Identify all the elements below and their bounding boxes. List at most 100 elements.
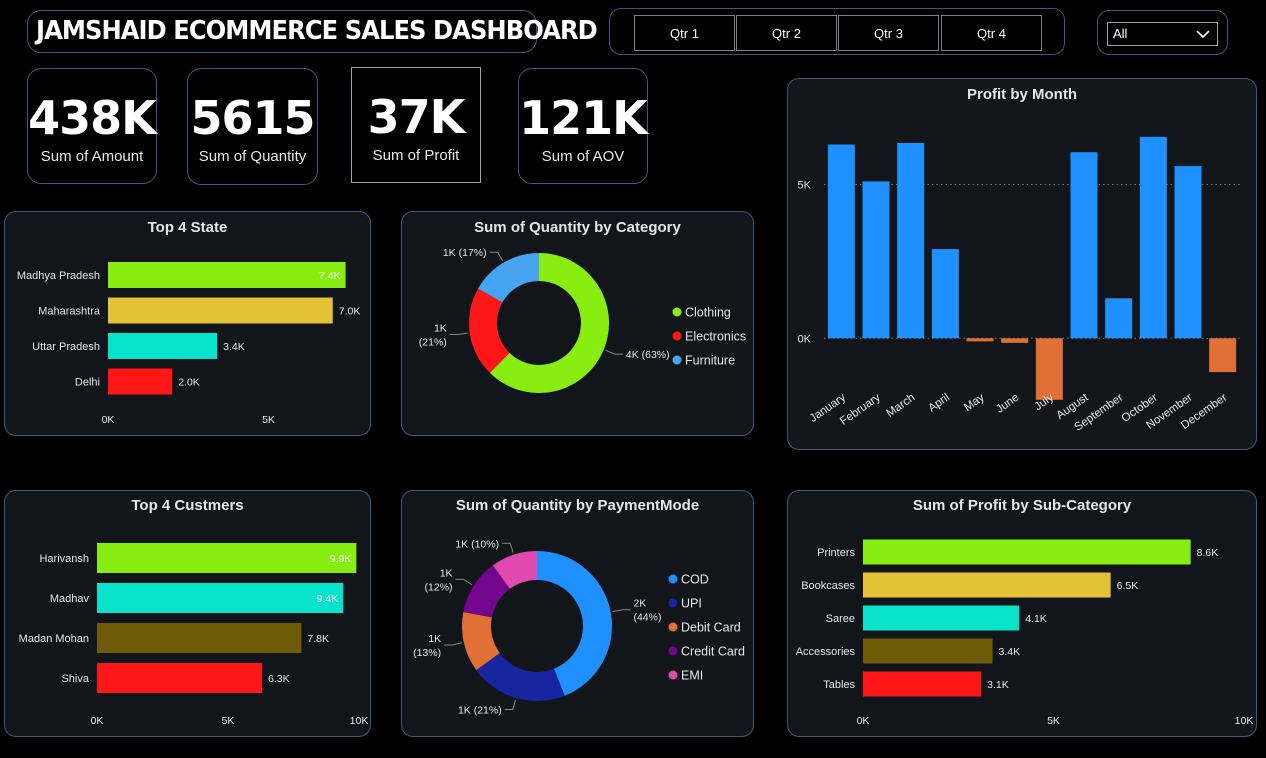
kpi-card-profit[interactable]: 37K Sum of Profit xyxy=(351,67,481,183)
tick-label: 0K xyxy=(91,715,104,727)
kpi-card-quantity[interactable]: 5615 Sum of Quantity xyxy=(187,68,318,185)
legend-label: COD xyxy=(681,573,709,587)
legend-label: Furniture xyxy=(685,354,735,368)
kpi-label: Sum of AOV xyxy=(541,148,625,165)
bar xyxy=(863,605,1020,631)
qtr-1-button[interactable]: Qtr 1 xyxy=(634,15,735,51)
category-label: March xyxy=(884,392,917,420)
top-state-panel: Top 4 State Madhya Pradesh 7.4K Maharashtr… xyxy=(4,211,371,436)
category-label: Uttar Pradesh xyxy=(32,341,100,353)
legend-label: Clothing xyxy=(685,306,731,320)
kpi-value: 5615 xyxy=(190,91,315,145)
bar xyxy=(108,368,173,395)
tick-label: 0K xyxy=(798,333,812,345)
chart-title: Profit by Month xyxy=(967,86,1077,103)
leader-line xyxy=(455,578,473,586)
tick-label: 5K xyxy=(262,414,275,426)
profit-month-panel: Profit by Month 0K 5K January February March… xyxy=(787,78,1257,450)
data-label: 3.4K xyxy=(999,646,1021,658)
top-customers-panel: Top 4 Custmers Harivansh 9.9K Madhav 9.4K Ma… xyxy=(4,490,371,737)
qtr-4-button[interactable]: Qtr 4 xyxy=(941,15,1042,51)
legend-dot-icon xyxy=(672,331,682,341)
legend-dot-icon xyxy=(668,646,678,656)
data-label: (21%) xyxy=(419,336,447,348)
payment-panel: Sum of Quantity by PaymentMode 2K (44%) 1K… xyxy=(401,490,754,737)
bar xyxy=(1105,298,1133,339)
data-label: 6.3K xyxy=(268,673,290,685)
kpi-card-amount[interactable]: 438K Sum of Amount xyxy=(27,68,157,184)
bar xyxy=(863,638,993,664)
category-label: Tables xyxy=(823,679,855,691)
bar xyxy=(1209,338,1237,373)
filter-dropdown[interactable]: All xyxy=(1107,22,1218,46)
data-label: 4K (63%) xyxy=(626,349,670,361)
bar xyxy=(1070,152,1098,339)
bar xyxy=(862,181,890,339)
leader-line xyxy=(612,609,631,613)
kpi-label: Sum of Quantity xyxy=(198,148,307,165)
bar xyxy=(1174,166,1202,339)
kpi-value: 37K xyxy=(367,90,466,144)
qtr-2-button[interactable]: Qtr 2 xyxy=(736,15,837,51)
data-label: 1K xyxy=(440,567,453,579)
legend-dot-icon xyxy=(668,670,678,680)
bar xyxy=(1139,136,1167,339)
data-label: 9.9K xyxy=(330,553,352,565)
top-customers-chart: Harivansh 9.9K Madhav 9.4K Madan Mohan 7.8K Sh… xyxy=(19,543,369,727)
subcategory-panel: Sum of Profit by Sub-Category Printers 8.… xyxy=(787,490,1257,737)
chart-title: Top 4 Custmers xyxy=(131,497,244,514)
bar xyxy=(863,539,1191,565)
bar xyxy=(108,333,218,359)
quarter-slicer: Qtr 1 Qtr 2 Qtr 3 Qtr 4 xyxy=(609,8,1065,55)
leader-line xyxy=(605,349,623,355)
tick-label: 10K xyxy=(1235,715,1254,727)
legend-dot-icon xyxy=(672,307,682,317)
legend-label: Electronics xyxy=(685,330,746,344)
leader-line xyxy=(502,542,514,553)
category-label: Madan Mohan xyxy=(19,633,89,645)
data-label: 1K (21%) xyxy=(458,705,502,717)
kpi-value: 121K xyxy=(519,91,648,145)
bar xyxy=(97,583,344,613)
qtr-3-button[interactable]: Qtr 3 xyxy=(838,15,939,51)
chart-title: Top 4 State xyxy=(147,219,228,236)
tick-label: 0K xyxy=(102,414,115,426)
data-label: 1K (17%) xyxy=(443,247,487,259)
category-donut-chart: 4K (63%) 1K (21%) 1K (17%) Clothing Electroni… xyxy=(419,247,746,393)
profit-month-chart: 0K5KJanuaryFebruary March April May June July… xyxy=(798,136,1240,434)
category-label: Bookcases xyxy=(801,580,855,592)
data-label: 2K xyxy=(633,598,646,610)
category-panel: Sum of Quantity by Category 4K (63%) 1K (2… xyxy=(401,211,754,436)
data-label: 7.4K xyxy=(319,270,341,282)
data-label: 1K xyxy=(428,633,441,645)
bar xyxy=(108,297,333,324)
payment-donut-chart: 2K (44%) 1K (21%) 1K (13%) 1K (12%) 1K (10%) COD… xyxy=(413,538,745,717)
data-label: 6.5K xyxy=(1117,580,1139,592)
data-label: (44%) xyxy=(633,612,661,624)
data-label: 3.4K xyxy=(223,341,245,353)
data-label: 7.8K xyxy=(307,633,329,645)
legend-label: UPI xyxy=(681,597,702,611)
legend-dot-icon xyxy=(672,355,682,365)
bar xyxy=(1035,338,1063,400)
chart-title: Sum of Quantity by Category xyxy=(474,219,681,236)
dashboard-title-box: JAMSHAID ECOMMERCE SALES DASHBOARD xyxy=(27,10,598,53)
category-label: Maharashtra xyxy=(38,306,101,318)
category-label: Printers xyxy=(817,547,855,559)
bar xyxy=(827,144,855,339)
legend-dot-icon xyxy=(668,598,678,608)
legend-dot-icon xyxy=(668,574,678,584)
tick-label: 10K xyxy=(350,715,369,727)
top-state-chart: Madhya Pradesh 7.4K Maharashtra 7.0K Uttar P… xyxy=(17,262,360,426)
kpi-card-aov[interactable]: 121K Sum of AOV xyxy=(518,68,648,184)
legend-label: Credit Card xyxy=(681,645,745,659)
bar xyxy=(863,572,1111,598)
tick-label: 0K xyxy=(857,715,870,727)
kpi-label: Sum of Profit xyxy=(372,147,460,164)
data-label: 9.4K xyxy=(317,593,339,605)
chevron-down-icon xyxy=(1196,27,1210,42)
data-label: 8.6K xyxy=(1197,547,1219,559)
dashboard-title: JAMSHAID ECOMMERCE SALES DASHBOARD xyxy=(36,16,598,46)
category-label: Delhi xyxy=(75,377,100,389)
category-label: June xyxy=(994,392,1021,416)
